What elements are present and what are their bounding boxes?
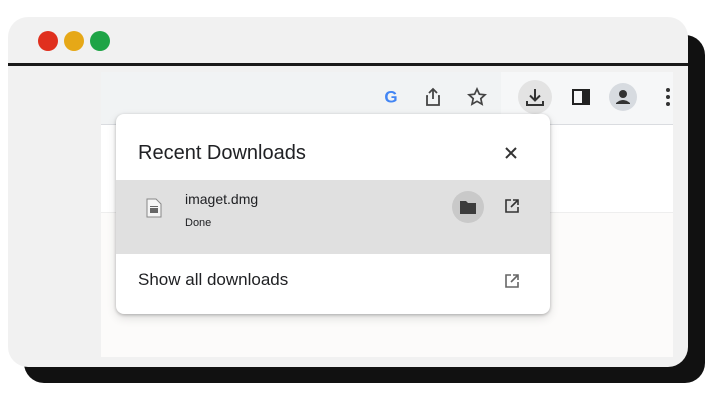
downloads-popup: Recent Downloads imaget.dmg Done Show al… bbox=[116, 114, 550, 314]
open-file-button[interactable] bbox=[500, 194, 524, 218]
download-item[interactable]: imaget.dmg Done bbox=[116, 180, 550, 254]
bookmark-star-icon[interactable] bbox=[462, 82, 492, 112]
profile-avatar-icon[interactable] bbox=[608, 82, 638, 112]
show-in-folder-button[interactable] bbox=[452, 191, 484, 223]
popup-title: Recent Downloads bbox=[138, 142, 306, 164]
close-window-button[interactable] bbox=[38, 31, 58, 51]
show-all-downloads-link[interactable]: Show all downloads bbox=[138, 270, 288, 290]
open-external-icon bbox=[505, 199, 519, 213]
minimize-window-button[interactable] bbox=[64, 31, 84, 51]
file-icon bbox=[146, 198, 162, 218]
folder-icon bbox=[460, 201, 476, 214]
more-menu-icon[interactable] bbox=[653, 82, 683, 112]
window-titlebar bbox=[8, 17, 688, 66]
download-status: Done bbox=[185, 217, 212, 229]
side-panel-icon[interactable] bbox=[566, 82, 596, 112]
open-external-icon[interactable] bbox=[500, 269, 524, 293]
download-icon[interactable] bbox=[518, 80, 552, 114]
maximize-window-button[interactable] bbox=[90, 31, 110, 51]
google-letter: G bbox=[384, 88, 397, 106]
close-popup-button[interactable] bbox=[498, 140, 524, 166]
google-icon[interactable]: G bbox=[376, 82, 406, 112]
download-filename: imaget.dmg bbox=[185, 191, 259, 207]
share-icon[interactable] bbox=[418, 82, 448, 112]
